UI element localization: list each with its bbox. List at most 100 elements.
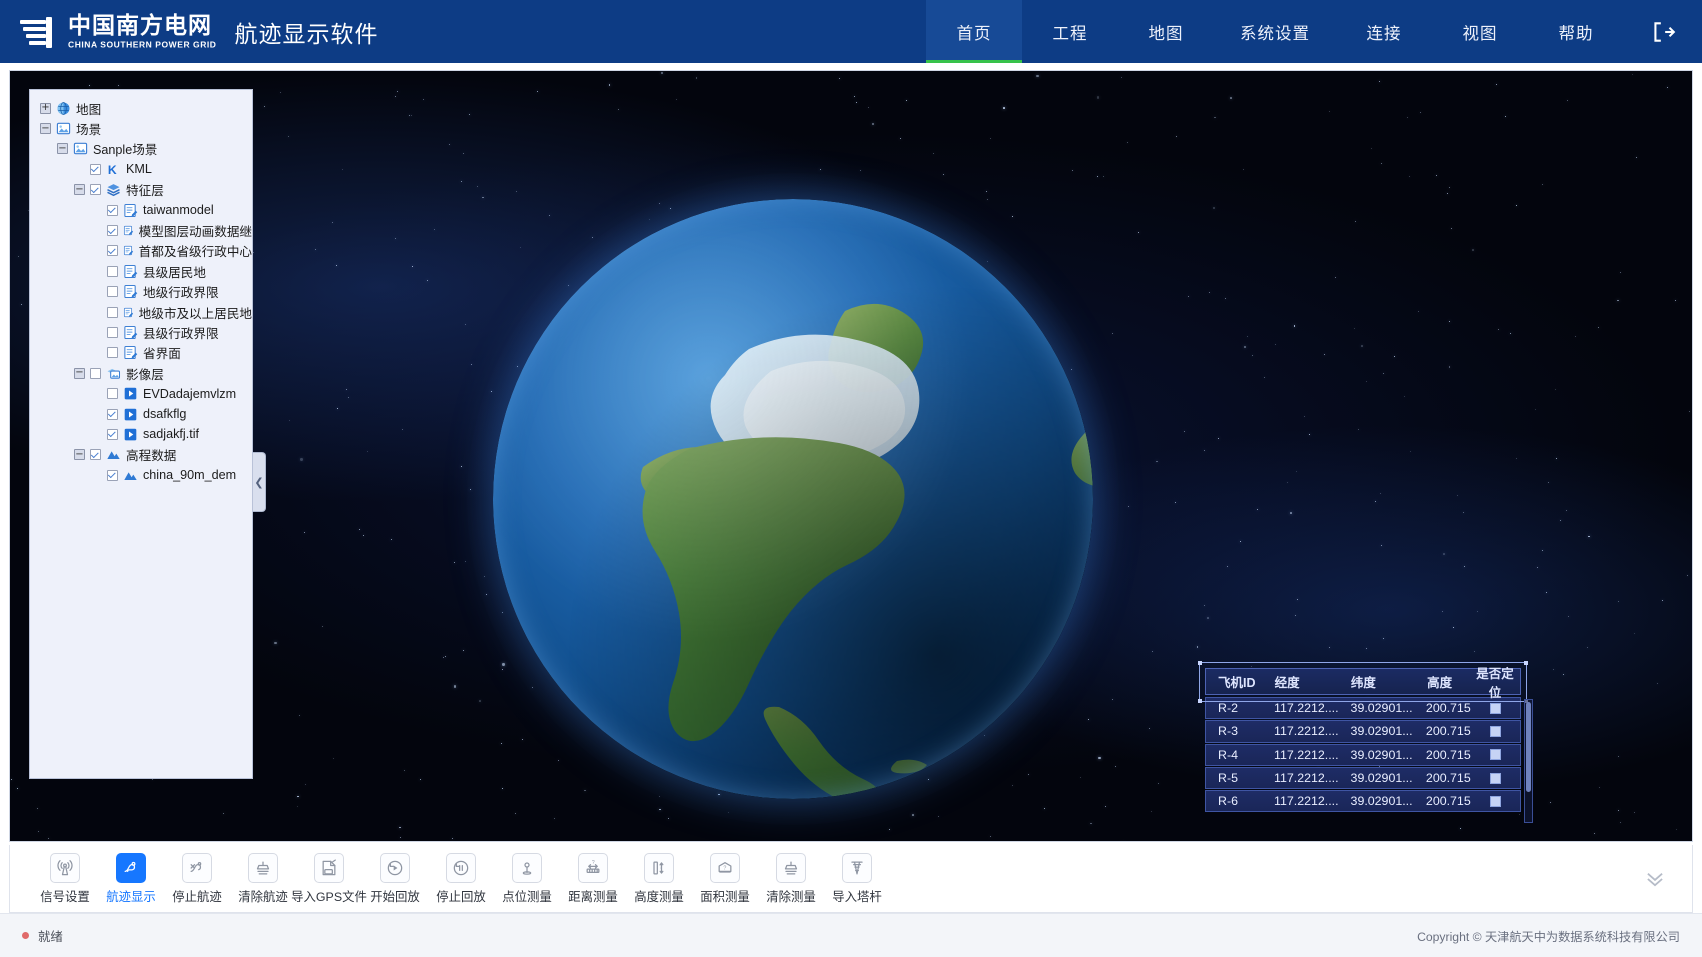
tree-node-8[interactable]: 县级居民地 bbox=[30, 261, 252, 281]
map-viewport[interactable]: +地图−场景−Sanple场景KKML−特征层taiwanmodel模型图层动画… bbox=[9, 70, 1693, 842]
toolbar-button-3[interactable]: 清除航迹 bbox=[230, 853, 296, 905]
tree-node-10[interactable]: 地级市及以上居民地 bbox=[30, 302, 252, 322]
table-row[interactable]: R-3117.2212....39.02901...200.715 bbox=[1205, 720, 1521, 742]
tree-node-checkbox[interactable] bbox=[90, 368, 101, 379]
layer-tree[interactable]: +地图−场景−Sanple场景KKML−特征层taiwanmodel模型图层动画… bbox=[30, 90, 252, 778]
nav-item-5[interactable]: 视图 bbox=[1432, 0, 1528, 63]
collapse-minus-icon[interactable]: − bbox=[74, 184, 85, 195]
nav-item-4[interactable]: 连接 bbox=[1336, 0, 1432, 63]
star bbox=[469, 114, 470, 115]
tree-node-2[interactable]: −Sanple场景 bbox=[30, 139, 252, 159]
tree-node-0[interactable]: +地图 bbox=[30, 98, 252, 118]
collapse-minus-icon[interactable]: − bbox=[40, 123, 51, 134]
tree-node-7[interactable]: 首都及省级行政中心 bbox=[30, 241, 252, 261]
tree-node-18[interactable]: china_90m_dem bbox=[30, 465, 252, 485]
tree-node-checkbox[interactable] bbox=[107, 307, 118, 318]
tree-node-label: 首都及省级行政中心 bbox=[139, 241, 252, 260]
toolbar-button-9[interactable]: ?高度测量 bbox=[626, 853, 692, 905]
tree-node-checkbox[interactable] bbox=[107, 409, 118, 420]
toolbar-button-label: 停止航迹 bbox=[172, 887, 222, 905]
table-cell-located[interactable] bbox=[1471, 726, 1520, 737]
tree-node-1[interactable]: −场景 bbox=[30, 118, 252, 138]
table-column-header-1[interactable]: 经度 bbox=[1263, 672, 1339, 691]
tree-node-checkbox[interactable] bbox=[107, 429, 118, 440]
tree-node-checkbox[interactable] bbox=[107, 286, 118, 297]
table-scrollbar[interactable] bbox=[1524, 699, 1533, 823]
table-cell-located[interactable] bbox=[1471, 749, 1520, 760]
tree-node-16[interactable]: sadjakfj.tif bbox=[30, 424, 252, 444]
tree-node-checkbox[interactable] bbox=[107, 245, 118, 256]
tree-node-3[interactable]: KKML bbox=[30, 159, 252, 179]
feature-icon bbox=[123, 203, 138, 218]
located-checkbox-icon bbox=[1490, 703, 1501, 714]
toolbar-button-7[interactable]: 点位测量 bbox=[494, 853, 560, 905]
tree-node-checkbox[interactable] bbox=[90, 164, 101, 175]
table-row[interactable]: R-4117.2212....39.02901...200.715 bbox=[1205, 744, 1521, 766]
tree-node-17[interactable]: −高程数据 bbox=[30, 445, 252, 465]
toolbar-button-2[interactable]: 停止航迹 bbox=[164, 853, 230, 905]
tree-node-6[interactable]: 模型图层动画数据继 bbox=[30, 220, 252, 240]
table-column-header-0[interactable]: 飞机ID bbox=[1206, 672, 1263, 691]
tree-node-checkbox[interactable] bbox=[107, 327, 118, 338]
collapse-minus-icon[interactable]: − bbox=[74, 368, 85, 379]
tree-node-13[interactable]: −影像层 bbox=[30, 363, 252, 383]
star bbox=[315, 249, 316, 250]
toolbar-button-10[interactable]: ?面积测量 bbox=[692, 853, 758, 905]
toolbar-button-12[interactable]: 导入塔杆 bbox=[824, 853, 890, 905]
tree-node-checkbox[interactable] bbox=[107, 225, 118, 236]
tree-node-checkbox[interactable] bbox=[107, 470, 118, 481]
table-column-header-3[interactable]: 高度 bbox=[1415, 672, 1470, 691]
star bbox=[1620, 822, 1621, 823]
table-cell-located[interactable] bbox=[1471, 796, 1520, 807]
tree-node-checkbox[interactable] bbox=[107, 205, 118, 216]
collapse-minus-icon[interactable]: − bbox=[74, 449, 85, 460]
star bbox=[1519, 814, 1520, 815]
panel-collapse-button[interactable]: ❮ bbox=[253, 452, 266, 512]
nav-item-6[interactable]: 帮助 bbox=[1528, 0, 1624, 63]
table-cell-located[interactable] bbox=[1471, 703, 1520, 714]
toolbar-button-4[interactable]: 导入GPS文件 bbox=[296, 853, 362, 905]
expand-plus-icon[interactable]: + bbox=[40, 103, 51, 114]
star bbox=[1251, 666, 1252, 667]
table-body[interactable]: R-2117.2212....39.02901...200.715R-3117.… bbox=[1205, 697, 1521, 812]
aircraft-data-table[interactable]: 飞机ID经度纬度高度是否定位 R-2117.2212....39.02901..… bbox=[1205, 668, 1521, 813]
toolbar-button-1[interactable]: 航迹显示 bbox=[98, 853, 164, 905]
star bbox=[1371, 148, 1372, 149]
nav-item-0[interactable]: 首页 bbox=[926, 0, 1022, 63]
table-row[interactable]: R-5117.2212....39.02901...200.715 bbox=[1205, 767, 1521, 789]
star bbox=[516, 191, 517, 192]
star bbox=[1380, 493, 1381, 494]
tree-node-checkbox[interactable] bbox=[107, 388, 118, 399]
toolbar-button-6[interactable]: 停止回放 bbox=[428, 853, 494, 905]
tree-node-12[interactable]: 省界面 bbox=[30, 343, 252, 363]
collapse-minus-icon[interactable]: − bbox=[57, 143, 68, 154]
layer-tree-panel[interactable]: +地图−场景−Sanple场景KKML−特征层taiwanmodel模型图层动画… bbox=[29, 89, 253, 779]
tree-node-checkbox[interactable] bbox=[107, 347, 118, 358]
toolbar-button-0[interactable]: 信号设置 bbox=[32, 853, 98, 905]
tree-node-9[interactable]: 地级行政界限 bbox=[30, 282, 252, 302]
brand-text: 中国南方电网 CHINA SOUTHERN POWER GRID bbox=[68, 13, 217, 49]
tree-node-checkbox[interactable] bbox=[90, 449, 101, 460]
tree-node-5[interactable]: taiwanmodel bbox=[30, 200, 252, 220]
toolbar-button-icon-box bbox=[380, 853, 410, 883]
tree-node-checkbox[interactable] bbox=[107, 266, 118, 277]
table-row[interactable]: R-6117.2212....39.02901...200.715 bbox=[1205, 790, 1521, 812]
nav-item-2[interactable]: 地图 bbox=[1118, 0, 1214, 63]
star bbox=[342, 169, 343, 170]
tree-node-15[interactable]: dsafkflg bbox=[30, 404, 252, 424]
toolbar-button-5[interactable]: 开始回放 bbox=[362, 853, 428, 905]
table-column-header-4[interactable]: 是否定位 bbox=[1470, 663, 1520, 701]
earth-globe[interactable] bbox=[493, 199, 1093, 799]
table-column-header-2[interactable]: 纬度 bbox=[1339, 672, 1415, 691]
toolbar-button-11[interactable]: 清除测量 bbox=[758, 853, 824, 905]
toolbar-button-8[interactable]: ?距离测量 bbox=[560, 853, 626, 905]
tree-node-11[interactable]: 县级行政界限 bbox=[30, 322, 252, 342]
logout-button[interactable] bbox=[1624, 0, 1702, 63]
nav-item-3[interactable]: 系统设置 bbox=[1214, 0, 1336, 63]
tree-node-4[interactable]: −特征层 bbox=[30, 180, 252, 200]
tree-node-checkbox[interactable] bbox=[90, 184, 101, 195]
tree-node-14[interactable]: EVDadajemvlzm bbox=[30, 383, 252, 403]
nav-item-1[interactable]: 工程 bbox=[1022, 0, 1118, 63]
toolbar-expand-button[interactable] bbox=[1644, 871, 1666, 887]
table-cell-located[interactable] bbox=[1471, 773, 1520, 784]
